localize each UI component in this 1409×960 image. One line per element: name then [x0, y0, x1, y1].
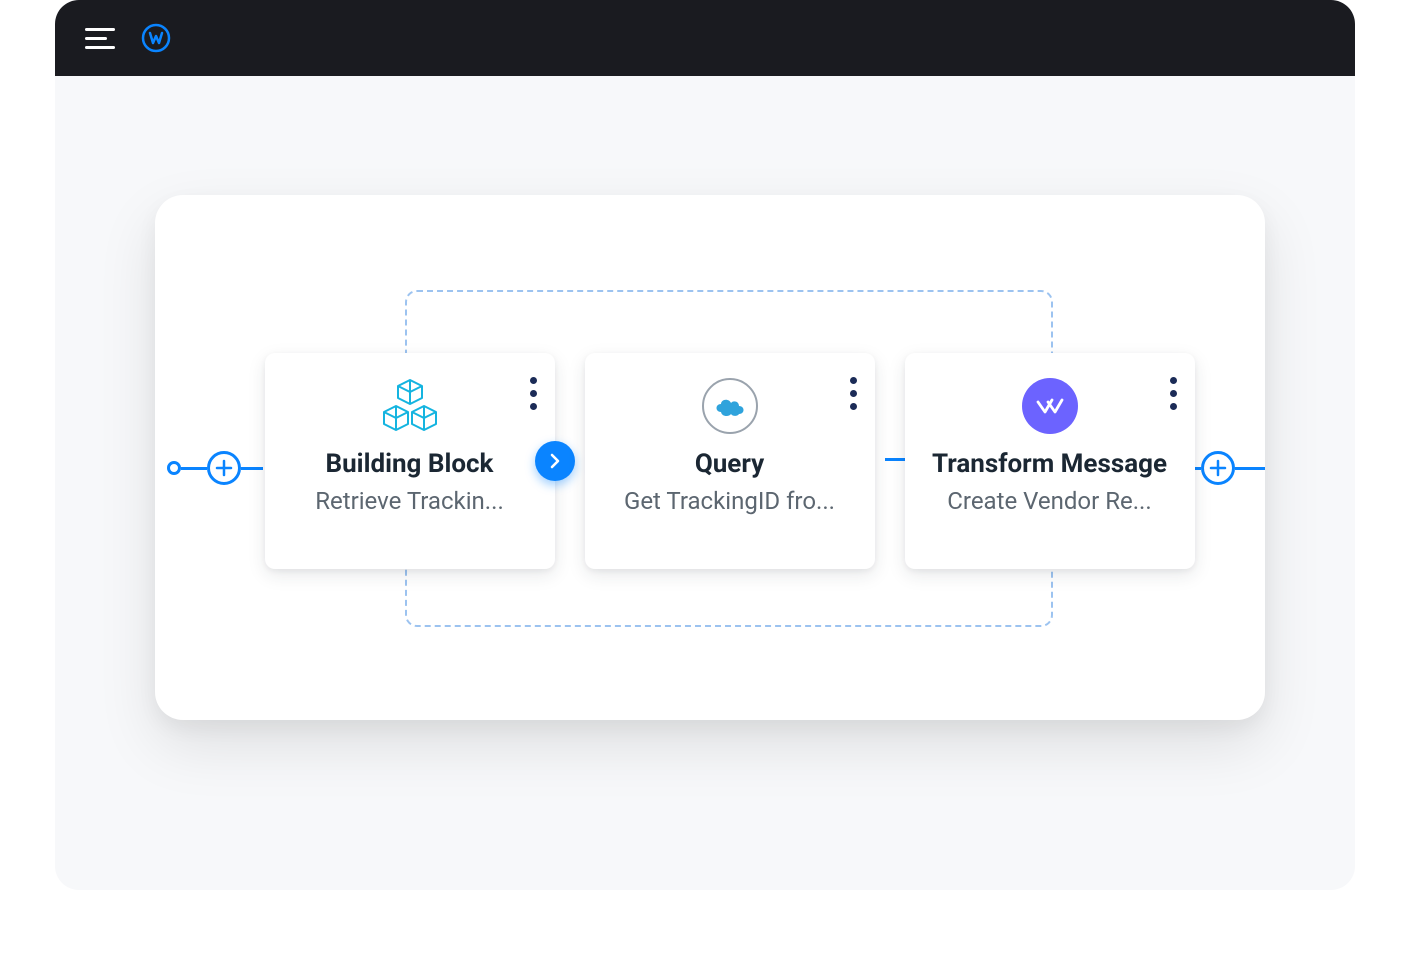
card-menu-icon[interactable] — [1170, 377, 1177, 410]
connector-line — [1235, 467, 1265, 470]
flow-card-transform[interactable]: Transform Message Create Vendor Re... — [905, 353, 1195, 569]
flow-cards-row: Building Block Retrieve Trackin... Query — [265, 353, 1195, 569]
salesforce-icon — [702, 378, 758, 434]
card-subtitle: Create Vendor Re... — [947, 487, 1151, 515]
building-block-icon — [380, 375, 440, 437]
start-node-icon — [167, 461, 181, 475]
next-step-button[interactable] — [535, 441, 575, 481]
card-menu-icon[interactable] — [530, 377, 537, 410]
menu-icon[interactable] — [85, 28, 115, 49]
connector-line — [181, 467, 207, 470]
card-subtitle: Retrieve Trackin... — [315, 487, 504, 515]
app-header — [55, 0, 1355, 76]
add-step-button[interactable] — [1201, 451, 1235, 485]
card-title: Building Block — [326, 449, 494, 479]
mulesoft-logo-icon[interactable] — [141, 23, 171, 53]
transform-icon — [1022, 378, 1078, 434]
app-window: Building Block Retrieve Trackin... Query — [55, 0, 1355, 890]
card-title: Query — [695, 449, 764, 479]
card-subtitle: Get TrackingID fro... — [624, 487, 835, 515]
flow-card-query[interactable]: Query Get TrackingID fro... — [585, 353, 875, 569]
card-title: Transform Message — [932, 449, 1167, 479]
card-menu-icon[interactable] — [850, 377, 857, 410]
flow-start-connector — [167, 451, 263, 485]
connector-line — [241, 467, 263, 470]
flow-card-building-block[interactable]: Building Block Retrieve Trackin... — [265, 353, 555, 569]
add-step-button[interactable] — [207, 451, 241, 485]
flow-canvas: Building Block Retrieve Trackin... Query — [155, 195, 1265, 720]
